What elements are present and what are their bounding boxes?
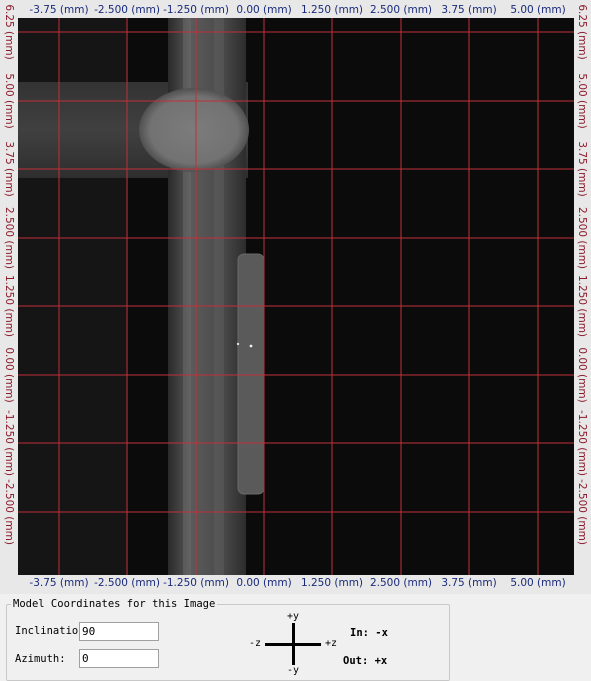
- compass-left-label: -z: [249, 638, 262, 649]
- compass-right-label: +z: [325, 638, 338, 649]
- plate-component: [238, 254, 264, 494]
- model-coordinates-group: Model Coordinates for this Image Inclina…: [6, 598, 450, 681]
- in-direction-label: In: -x: [350, 627, 388, 639]
- bright-dot: [236, 342, 240, 346]
- y-axis-tick-label-left: -1.250 (mm): [3, 410, 15, 476]
- x-axis-tick-label-bottom: 3.75 (mm): [441, 577, 497, 589]
- y-axis-tick-label-left: 0.00 (mm): [3, 347, 15, 403]
- y-axis-tick-label-right: 5.00 (mm): [576, 73, 588, 129]
- x-axis-tick-label-top: -1.250 (mm): [163, 4, 229, 16]
- y-axis-tick-label-left: 3.75 (mm): [3, 141, 15, 197]
- compass-up-label: +y: [287, 611, 300, 622]
- x-axis-tick-label-bottom: 0.00 (mm): [236, 577, 292, 589]
- x-axis-tick-label-top: 2.500 (mm): [369, 4, 433, 16]
- y-axis-tick-label-left: -2.500 (mm): [3, 479, 15, 545]
- x-axis-tick-label-top: -2.500 (mm): [94, 4, 160, 16]
- bright-dot: [249, 344, 253, 348]
- x-axis-tick-label-top: -3.75 (mm): [29, 4, 89, 16]
- x-axis-tick-label-bottom: -2.500 (mm): [94, 577, 160, 589]
- azimuth-label: Azimuth:: [15, 653, 66, 665]
- y-axis-tick-label-left: 6.25 (mm): [3, 4, 15, 60]
- x-axis-tick-label-bottom: 1.250 (mm): [300, 577, 364, 589]
- image-viewer: -3.75 (mm) -3.75 (mm) -2.500 (mm) -2.500 (m…: [0, 0, 591, 594]
- xray-image-content: [18, 18, 574, 575]
- y-axis-tick-label-left: 5.00 (mm): [3, 73, 15, 129]
- y-axis-tick-label-left: 2.500 (mm): [3, 206, 15, 270]
- x-axis-tick-label-bottom: -1.250 (mm): [163, 577, 229, 589]
- y-axis-tick-label-right: 1.250 (mm): [576, 274, 588, 338]
- out-direction-label: Out: +x: [343, 655, 388, 667]
- model-coordinates-panel: Model Coordinates for this Image Inclina…: [0, 596, 591, 681]
- y-axis-tick-label-right: -2.500 (mm): [576, 479, 588, 545]
- y-axis-tick-label-right: 6.25 (mm): [576, 4, 588, 60]
- y-axis-tick-label-right: 0.00 (mm): [576, 347, 588, 403]
- compass-down-label: -y: [287, 665, 300, 676]
- inclination-label: Inclinatio: [15, 625, 79, 637]
- orientation-compass: +y -y -z +z: [247, 611, 347, 677]
- x-axis-tick-label-top: 3.75 (mm): [441, 4, 497, 16]
- x-axis-tick-label-top: 0.00 (mm): [236, 4, 292, 16]
- group-title: Model Coordinates for this Image: [11, 598, 218, 610]
- compass-vertical-bar: [292, 623, 295, 665]
- x-axis-tick-label-bottom: -3.75 (mm): [29, 577, 89, 589]
- inclination-input[interactable]: [79, 622, 159, 641]
- y-axis-tick-label-right: -1.250 (mm): [576, 410, 588, 476]
- y-axis-tick-label-right: 3.75 (mm): [576, 141, 588, 197]
- y-axis-tick-label-right: 2.500 (mm): [576, 206, 588, 270]
- x-axis-tick-label-bottom: 2.500 (mm): [369, 577, 433, 589]
- x-axis-tick-label-bottom: 5.00 (mm): [510, 577, 566, 589]
- y-axis-tick-label-left: 1.250 (mm): [3, 274, 15, 338]
- x-axis-tick-label-top: 5.00 (mm): [510, 4, 566, 16]
- xray-image[interactable]: [18, 18, 574, 575]
- azimuth-input[interactable]: [79, 649, 159, 668]
- x-axis-tick-label-top: 1.250 (mm): [300, 4, 364, 16]
